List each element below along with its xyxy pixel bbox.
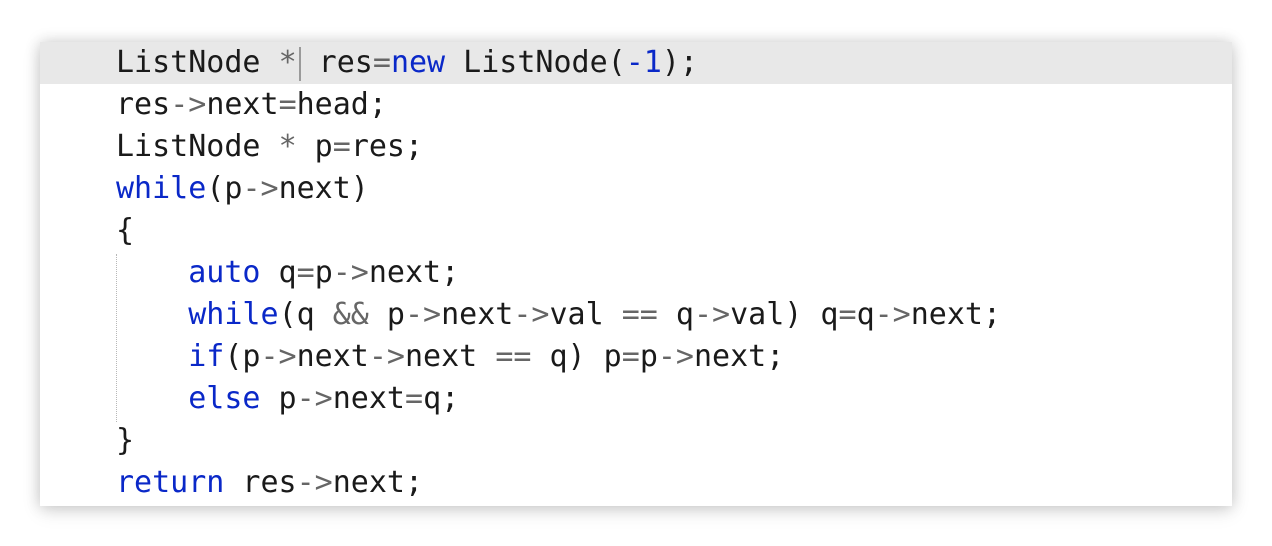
code-token: ListNode: [116, 45, 279, 80]
code-line[interactable]: ListNode * p=res;: [40, 126, 1232, 168]
code-token: (p: [224, 339, 261, 374]
code-line[interactable]: else p->next=q;: [40, 378, 1232, 420]
code-line[interactable]: if(p->next->next == q) p=p->next;: [40, 336, 1232, 378]
code-token: q: [260, 255, 297, 290]
operator-token: =: [296, 255, 315, 290]
code-line-text: if(p->next->next == q) p=p->next;: [116, 336, 784, 378]
code-line-text: ListNode * p=res;: [116, 126, 423, 168]
code-token: next;: [368, 255, 460, 290]
code-line[interactable]: while(q && p->next->val == q->val) q=q->…: [40, 294, 1232, 336]
code-line[interactable]: ListNode * res=new ListNode(-1);: [40, 42, 1232, 84]
code-editor[interactable]: ListNode * res=new ListNode(-1); res->nex…: [40, 42, 1232, 506]
code-token: ListNode(: [445, 45, 626, 80]
code-token: next: [441, 297, 514, 332]
code-token: (p: [206, 171, 243, 206]
operator-token: *: [278, 129, 297, 164]
code-token: p: [639, 339, 658, 374]
keyword-token: auto: [188, 255, 261, 290]
code-token: (q: [278, 297, 333, 332]
code-token: q) p: [531, 339, 622, 374]
operator-token: ->: [874, 297, 911, 332]
keyword-token: return: [116, 465, 225, 500]
number-token: -1: [625, 45, 662, 80]
code-token: res: [224, 465, 297, 500]
operator-token: =: [372, 45, 391, 80]
operator-token: ->: [368, 339, 405, 374]
operator-token: ->: [405, 297, 442, 332]
operator-token: =: [838, 297, 857, 332]
code-token: val) q: [730, 297, 839, 332]
code-token: next): [278, 171, 369, 206]
code-token: next: [296, 339, 369, 374]
code-token: {: [116, 213, 135, 248]
operator-token: ->: [694, 297, 731, 332]
code-line-text: }: [116, 420, 134, 462]
code-line-text: else p->next=q;: [116, 378, 459, 420]
operator-token: ->: [513, 297, 550, 332]
code-line-text: while(p->next): [116, 168, 369, 210]
operator-token: ->: [657, 339, 694, 374]
operator-token: ->: [332, 255, 369, 290]
operator-token: ->: [170, 87, 207, 122]
code-token: );: [661, 45, 698, 80]
code-line-text: auto q=p->next;: [116, 252, 459, 294]
code-token: head;: [296, 87, 387, 122]
code-token: res: [300, 45, 373, 80]
code-token: p: [260, 381, 297, 416]
operator-token: ->: [296, 465, 333, 500]
keyword-token: new: [390, 45, 446, 80]
operator-token: ==: [621, 297, 658, 332]
code-line[interactable]: while(p->next): [40, 168, 1232, 210]
code-token: p: [296, 129, 333, 164]
operator-token: ->: [242, 171, 279, 206]
code-token: q;: [423, 381, 460, 416]
code-line[interactable]: auto q=p->next;: [40, 252, 1232, 294]
code-token: }: [116, 423, 135, 458]
operator-token: ==: [495, 339, 532, 374]
operator-token: ->: [296, 381, 333, 416]
operator-token: *: [278, 45, 297, 80]
code-line[interactable]: res->next=head;: [40, 84, 1232, 126]
operator-token: =: [278, 87, 297, 122]
code-token: p: [314, 255, 333, 290]
keyword-token: else: [188, 381, 261, 416]
code-token: val: [549, 297, 622, 332]
operator-token: =: [621, 339, 640, 374]
code-line-text: return res->next;: [116, 462, 423, 504]
code-token: next;: [910, 297, 1002, 332]
operator-token: =: [405, 381, 424, 416]
code-line-text: {: [116, 210, 134, 252]
operator-token: =: [332, 129, 351, 164]
code-line[interactable]: {: [40, 210, 1232, 252]
code-line[interactable]: return res->next;: [40, 462, 1232, 504]
code-token: q: [657, 297, 694, 332]
code-token: next;: [332, 465, 424, 500]
keyword-token: while: [116, 171, 207, 206]
code-token: q: [856, 297, 875, 332]
code-line-text: while(q && p->next->val == q->val) q=q->…: [116, 294, 1001, 336]
code-token: res;: [350, 129, 424, 164]
code-line[interactable]: }: [40, 420, 1232, 462]
keyword-token: if: [188, 339, 225, 374]
operator-token: &&: [332, 297, 369, 332]
code-token: next: [405, 339, 496, 374]
code-token: res: [116, 87, 171, 122]
keyword-token: while: [188, 297, 279, 332]
code-token: ListNode: [116, 129, 279, 164]
code-line-text: res->next=head;: [116, 84, 387, 126]
code-token: next: [332, 381, 405, 416]
operator-token: ->: [260, 339, 297, 374]
code-token: next: [206, 87, 279, 122]
code-line-text: ListNode * res=new ListNode(-1);: [116, 42, 698, 84]
code-token: next;: [694, 339, 785, 374]
code-token: p: [368, 297, 405, 332]
